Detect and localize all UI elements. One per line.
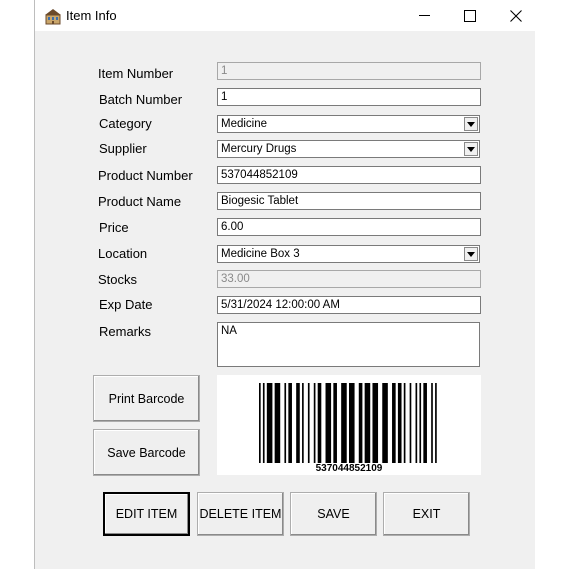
close-button[interactable] xyxy=(493,0,539,31)
barcode-bar xyxy=(317,383,322,463)
building-icon xyxy=(45,9,61,25)
barcode-bar xyxy=(403,383,406,463)
maximize-button[interactable] xyxy=(447,0,493,31)
window-title: Item Info xyxy=(66,8,117,23)
item-info-window: Item Info Item Number 1 Batch Number 1 C… xyxy=(34,0,535,569)
location-label: Location xyxy=(98,246,148,261)
barcode-bar xyxy=(358,383,363,463)
title-bar: Item Info xyxy=(35,0,535,31)
barcode-bar xyxy=(266,383,273,463)
barcode-bar xyxy=(259,383,261,463)
stocks-field[interactable]: 33.00 xyxy=(217,270,481,288)
barcode-bar xyxy=(296,383,300,463)
chevron-down-icon[interactable] xyxy=(464,247,478,261)
barcode-bar xyxy=(307,383,310,463)
barcode-image: 537044852109 xyxy=(217,375,481,475)
barcode-bar xyxy=(302,383,304,463)
exp-date-label: Exp Date xyxy=(99,297,153,312)
barcode-bar xyxy=(392,383,396,463)
price-field[interactable]: 6.00 xyxy=(217,218,481,236)
barcode-bar xyxy=(341,383,347,463)
delete-item-button[interactable]: DELETE ITEM xyxy=(197,492,284,536)
batch-number-field[interactable]: 1 xyxy=(217,88,481,106)
barcode-bar xyxy=(364,383,371,463)
barcode-bar xyxy=(423,383,427,463)
barcode-bar xyxy=(435,383,437,463)
barcode-bar xyxy=(274,383,281,463)
close-icon xyxy=(510,9,522,22)
maximize-icon xyxy=(464,9,476,22)
remarks-textarea[interactable]: NA xyxy=(217,322,480,367)
barcode-number: 537044852109 xyxy=(315,463,383,474)
exit-button[interactable]: EXIT xyxy=(383,492,470,536)
supplier-label: Supplier xyxy=(99,141,147,156)
barcode-bar xyxy=(415,383,418,463)
category-label: Category xyxy=(99,116,152,131)
location-select[interactable]: Medicine Box 3 xyxy=(217,245,480,263)
product-number-label: Product Number xyxy=(98,168,193,183)
barcode-bar xyxy=(382,383,388,463)
stocks-label: Stocks xyxy=(98,272,138,287)
barcode-bar xyxy=(397,383,402,463)
product-name-label: Product Name xyxy=(98,194,182,209)
exp-date-field[interactable]: 5/31/2024 12:00:00 AM xyxy=(217,296,481,314)
barcode-bar xyxy=(372,383,379,463)
barcode-bar xyxy=(325,383,332,463)
category-select[interactable]: Medicine xyxy=(217,115,480,133)
location-value: Medicine Box 3 xyxy=(221,248,300,260)
supplier-value: Mercury Drugs xyxy=(221,143,297,155)
chevron-down-icon[interactable] xyxy=(464,142,478,156)
product-number-field[interactable]: 537044852109 xyxy=(217,166,481,184)
barcode-bar xyxy=(262,383,265,463)
chevron-down-icon[interactable] xyxy=(464,117,478,131)
product-name-field[interactable]: Biogesic Tablet xyxy=(217,192,481,210)
barcode-bars xyxy=(259,383,437,463)
save-button[interactable]: SAVE xyxy=(290,492,377,536)
barcode-bar xyxy=(284,383,287,463)
minimize-icon xyxy=(418,15,430,16)
barcode-bar xyxy=(333,383,337,463)
supplier-select[interactable]: Mercury Drugs xyxy=(217,140,480,158)
barcode-bar xyxy=(313,383,316,463)
barcode-bar xyxy=(419,383,422,463)
barcode-bar xyxy=(431,383,433,463)
batch-number-label: Batch Number xyxy=(99,92,183,107)
remarks-label: Remarks xyxy=(99,324,152,339)
barcode-bar xyxy=(288,383,292,463)
price-label: Price xyxy=(99,220,129,235)
item-number-label: Item Number xyxy=(98,66,174,81)
barcode-bar xyxy=(349,383,355,463)
minimize-button[interactable] xyxy=(401,0,447,31)
item-number-field[interactable]: 1 xyxy=(217,62,481,80)
barcode-bar xyxy=(409,383,412,463)
save-barcode-button[interactable]: Save Barcode xyxy=(93,429,200,476)
print-barcode-button[interactable]: Print Barcode xyxy=(93,375,200,422)
category-value: Medicine xyxy=(221,118,268,130)
edit-item-button[interactable]: EDIT ITEM xyxy=(103,492,190,536)
